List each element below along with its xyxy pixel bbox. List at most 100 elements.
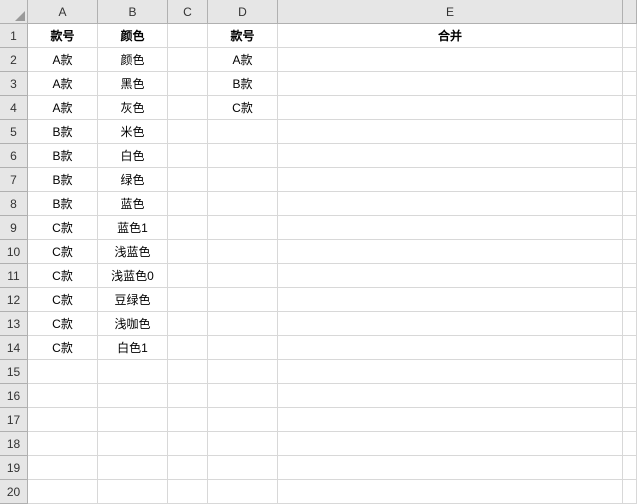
row-header-15[interactable]: 15 bbox=[0, 360, 28, 384]
cell-A17[interactable] bbox=[28, 408, 98, 432]
row-header-4[interactable]: 4 bbox=[0, 96, 28, 120]
cell-B20[interactable] bbox=[98, 480, 168, 504]
spreadsheet-grid[interactable]: ABCDE1款号颜色款号合并2A款颜色A款3A款黑色B款4A款灰色C款5B款米色… bbox=[0, 0, 637, 504]
cell-E11[interactable] bbox=[278, 264, 623, 288]
cell-C7[interactable] bbox=[168, 168, 208, 192]
cell-C16[interactable] bbox=[168, 384, 208, 408]
cell-A3[interactable]: A款 bbox=[28, 72, 98, 96]
cell-x7[interactable] bbox=[623, 168, 637, 192]
cell-C14[interactable] bbox=[168, 336, 208, 360]
cell-B1[interactable]: 颜色 bbox=[98, 24, 168, 48]
row-header-5[interactable]: 5 bbox=[0, 120, 28, 144]
cell-E12[interactable] bbox=[278, 288, 623, 312]
cell-E20[interactable] bbox=[278, 480, 623, 504]
cell-D2[interactable]: A款 bbox=[208, 48, 278, 72]
cell-C15[interactable] bbox=[168, 360, 208, 384]
cell-D5[interactable] bbox=[208, 120, 278, 144]
cell-x10[interactable] bbox=[623, 240, 637, 264]
cell-C19[interactable] bbox=[168, 456, 208, 480]
cell-x19[interactable] bbox=[623, 456, 637, 480]
cell-E2[interactable] bbox=[278, 48, 623, 72]
cell-A18[interactable] bbox=[28, 432, 98, 456]
cell-B11[interactable]: 浅蓝色0 bbox=[98, 264, 168, 288]
cell-x3[interactable] bbox=[623, 72, 637, 96]
cell-x18[interactable] bbox=[623, 432, 637, 456]
cell-B15[interactable] bbox=[98, 360, 168, 384]
row-header-1[interactable]: 1 bbox=[0, 24, 28, 48]
cell-A11[interactable]: C款 bbox=[28, 264, 98, 288]
row-header-18[interactable]: 18 bbox=[0, 432, 28, 456]
cell-E18[interactable] bbox=[278, 432, 623, 456]
cell-C2[interactable] bbox=[168, 48, 208, 72]
cell-B8[interactable]: 蓝色 bbox=[98, 192, 168, 216]
cell-E8[interactable] bbox=[278, 192, 623, 216]
cell-D6[interactable] bbox=[208, 144, 278, 168]
cell-x17[interactable] bbox=[623, 408, 637, 432]
cell-B2[interactable]: 颜色 bbox=[98, 48, 168, 72]
cell-B5[interactable]: 米色 bbox=[98, 120, 168, 144]
cell-D7[interactable] bbox=[208, 168, 278, 192]
cell-A7[interactable]: B款 bbox=[28, 168, 98, 192]
cell-E6[interactable] bbox=[278, 144, 623, 168]
row-header-13[interactable]: 13 bbox=[0, 312, 28, 336]
row-header-8[interactable]: 8 bbox=[0, 192, 28, 216]
column-header-D[interactable]: D bbox=[208, 0, 278, 24]
cell-A2[interactable]: A款 bbox=[28, 48, 98, 72]
cell-E5[interactable] bbox=[278, 120, 623, 144]
cell-C6[interactable] bbox=[168, 144, 208, 168]
row-header-6[interactable]: 6 bbox=[0, 144, 28, 168]
cell-D17[interactable] bbox=[208, 408, 278, 432]
cell-B13[interactable]: 浅咖色 bbox=[98, 312, 168, 336]
cell-A8[interactable]: B款 bbox=[28, 192, 98, 216]
cell-B19[interactable] bbox=[98, 456, 168, 480]
cell-x11[interactable] bbox=[623, 264, 637, 288]
cell-A5[interactable]: B款 bbox=[28, 120, 98, 144]
cell-C20[interactable] bbox=[168, 480, 208, 504]
cell-x12[interactable] bbox=[623, 288, 637, 312]
cell-A9[interactable]: C款 bbox=[28, 216, 98, 240]
cell-D4[interactable]: C款 bbox=[208, 96, 278, 120]
cell-E15[interactable] bbox=[278, 360, 623, 384]
cell-E13[interactable] bbox=[278, 312, 623, 336]
cell-x15[interactable] bbox=[623, 360, 637, 384]
cell-B3[interactable]: 黑色 bbox=[98, 72, 168, 96]
cell-x9[interactable] bbox=[623, 216, 637, 240]
cell-E14[interactable] bbox=[278, 336, 623, 360]
cell-D20[interactable] bbox=[208, 480, 278, 504]
cell-A15[interactable] bbox=[28, 360, 98, 384]
cell-B10[interactable]: 浅蓝色 bbox=[98, 240, 168, 264]
row-header-7[interactable]: 7 bbox=[0, 168, 28, 192]
cell-C5[interactable] bbox=[168, 120, 208, 144]
cell-A13[interactable]: C款 bbox=[28, 312, 98, 336]
cell-x4[interactable] bbox=[623, 96, 637, 120]
cell-B12[interactable]: 豆绿色 bbox=[98, 288, 168, 312]
cell-C9[interactable] bbox=[168, 216, 208, 240]
cell-x20[interactable] bbox=[623, 480, 637, 504]
cell-E7[interactable] bbox=[278, 168, 623, 192]
row-header-2[interactable]: 2 bbox=[0, 48, 28, 72]
cell-D18[interactable] bbox=[208, 432, 278, 456]
cell-A10[interactable]: C款 bbox=[28, 240, 98, 264]
cell-C3[interactable] bbox=[168, 72, 208, 96]
cell-A1[interactable]: 款号 bbox=[28, 24, 98, 48]
cell-A16[interactable] bbox=[28, 384, 98, 408]
cell-C1[interactable] bbox=[168, 24, 208, 48]
cell-x14[interactable] bbox=[623, 336, 637, 360]
cell-D12[interactable] bbox=[208, 288, 278, 312]
cell-C8[interactable] bbox=[168, 192, 208, 216]
cell-D9[interactable] bbox=[208, 216, 278, 240]
cell-A20[interactable] bbox=[28, 480, 98, 504]
select-all-corner[interactable] bbox=[0, 0, 28, 24]
cell-A6[interactable]: B款 bbox=[28, 144, 98, 168]
cell-E3[interactable] bbox=[278, 72, 623, 96]
row-header-20[interactable]: 20 bbox=[0, 480, 28, 504]
cell-x2[interactable] bbox=[623, 48, 637, 72]
column-header-blank[interactable] bbox=[623, 0, 637, 24]
cell-D19[interactable] bbox=[208, 456, 278, 480]
cell-D8[interactable] bbox=[208, 192, 278, 216]
row-header-9[interactable]: 9 bbox=[0, 216, 28, 240]
cell-E16[interactable] bbox=[278, 384, 623, 408]
row-header-11[interactable]: 11 bbox=[0, 264, 28, 288]
cell-D15[interactable] bbox=[208, 360, 278, 384]
cell-C11[interactable] bbox=[168, 264, 208, 288]
